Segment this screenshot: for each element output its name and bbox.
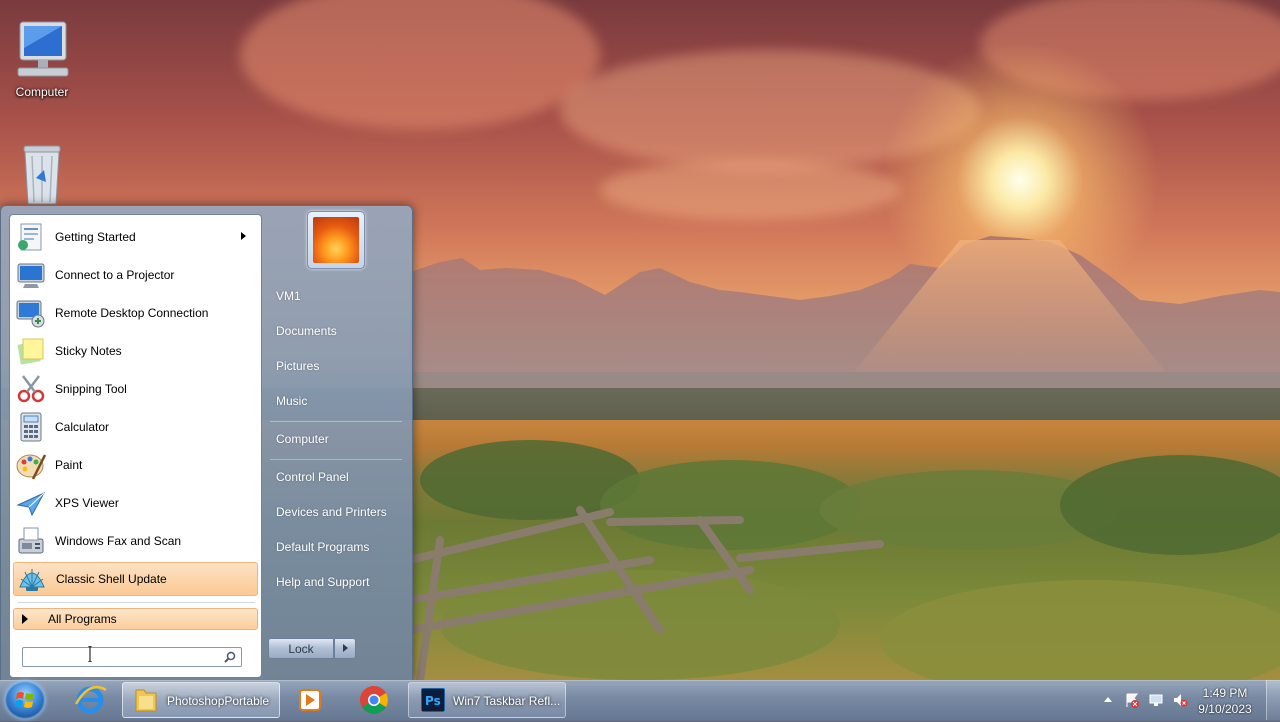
lock-button[interactable]: Lock (268, 638, 334, 659)
link-computer[interactable]: Computer (276, 432, 329, 446)
link-documents[interactable]: Documents (276, 324, 337, 338)
program-label: Paint (55, 458, 83, 472)
ie-icon (74, 685, 107, 714)
program-snipping-tool[interactable]: Snipping Tool (13, 372, 258, 406)
volume-muted-icon[interactable] (1172, 692, 1188, 708)
wooden-fence (410, 506, 884, 680)
calculator-icon (20, 412, 42, 442)
svg-text:Ps: Ps (425, 694, 441, 708)
taskbar-label: Win7 Taskbar Refl... (453, 694, 561, 708)
start-menu: Getting Started Connect to a Projector R… (0, 205, 413, 682)
show-hidden-icons-icon[interactable] (1100, 692, 1116, 708)
media-player-icon (299, 689, 321, 711)
program-paint[interactable]: Paint (13, 448, 258, 482)
getting-started-icon (18, 223, 42, 251)
menu-separator (18, 602, 255, 603)
taskbar-photoshop-portable[interactable]: PhotoshopPortable (122, 682, 280, 718)
programs-pane: Getting Started Connect to a Projector R… (9, 214, 262, 678)
desktop-icon-recycle-bin[interactable] (2, 142, 82, 209)
expand-arrow-icon (22, 614, 28, 624)
folder-icon (135, 689, 157, 712)
computer-icon (17, 21, 69, 77)
xps-viewer-icon (16, 491, 46, 517)
program-label: Remote Desktop Connection (55, 306, 209, 320)
right-separator (270, 459, 402, 460)
program-label: Getting Started (55, 230, 136, 244)
program-label: Windows Fax and Scan (55, 534, 182, 548)
taskbar-chrome[interactable] (346, 682, 402, 718)
desktop-icon-label: Computer (15, 85, 69, 99)
projector-icon (17, 263, 45, 288)
clock-date: 9/10/2023 (1198, 702, 1252, 716)
program-label: XPS Viewer (55, 496, 119, 510)
link-control-panel[interactable]: Control Panel (276, 470, 349, 484)
program-label: Sticky Notes (55, 344, 122, 358)
action-center-flag-icon[interactable] (1124, 692, 1140, 708)
link-music[interactable]: Music (276, 394, 307, 408)
paint-palette-icon (16, 454, 47, 480)
program-remote-desktop[interactable]: Remote Desktop Connection (13, 296, 258, 330)
shell-icon (19, 569, 45, 591)
text-cursor-icon (88, 646, 92, 662)
link-pictures[interactable]: Pictures (276, 359, 319, 373)
fax-icon (18, 527, 44, 554)
program-label: Calculator (55, 420, 110, 434)
search-icon[interactable] (224, 651, 236, 663)
link-devices-printers[interactable]: Devices and Printers (276, 505, 387, 519)
taskbar-internet-explorer[interactable] (62, 682, 118, 718)
photoshop-icon: Ps (421, 688, 445, 712)
windows-logo-icon (15, 692, 34, 708)
program-sticky-notes[interactable]: Sticky Notes (13, 334, 258, 368)
submenu-arrow-icon (241, 232, 246, 240)
program-label: Snipping Tool (55, 382, 127, 396)
search-input[interactable] (27, 649, 221, 667)
program-xps-viewer[interactable]: XPS Viewer (13, 486, 258, 520)
sticky-notes-icon (17, 338, 44, 365)
shutdown-options-arrow-icon[interactable] (334, 638, 356, 659)
network-icon[interactable] (1148, 692, 1164, 708)
taskbar-win7-taskbar[interactable]: Ps Win7 Taskbar Refl... (408, 682, 566, 718)
link-default-programs[interactable]: Default Programs (276, 540, 369, 554)
chrome-icon (360, 686, 388, 714)
desktop-icon-computer[interactable]: Computer (2, 18, 82, 99)
flower-avatar-icon (313, 217, 359, 263)
all-programs-button[interactable]: All Programs (13, 608, 258, 630)
right-separator (270, 421, 402, 422)
program-classic-shell-update[interactable]: Classic Shell Update (13, 562, 258, 596)
taskbar-media-player[interactable] (282, 682, 338, 718)
link-help-support[interactable]: Help and Support (276, 575, 369, 589)
search-field[interactable] (22, 647, 242, 667)
show-desktop-button[interactable] (1266, 680, 1280, 720)
link-user-folder[interactable]: VM1 (276, 289, 301, 303)
scissors-icon (17, 375, 45, 403)
program-connect-projector[interactable]: Connect to a Projector (13, 258, 258, 292)
recycle-bin-icon (23, 145, 61, 205)
program-getting-started[interactable]: Getting Started (13, 220, 258, 254)
clock-time: 1:49 PM (1202, 686, 1248, 700)
user-picture[interactable] (307, 211, 365, 269)
taskbar-label: PhotoshopPortable (167, 694, 270, 708)
program-calculator[interactable]: Calculator (13, 410, 258, 444)
system-clock[interactable]: 1:49 PM 9/10/2023 (1190, 685, 1260, 717)
remote-desktop-icon (16, 300, 45, 328)
start-button[interactable] (5, 681, 45, 719)
program-label: Classic Shell Update (56, 572, 167, 586)
all-programs-label: All Programs (48, 612, 117, 626)
program-fax-scan[interactable]: Windows Fax and Scan (13, 524, 258, 558)
program-label: Connect to a Projector (55, 268, 175, 282)
